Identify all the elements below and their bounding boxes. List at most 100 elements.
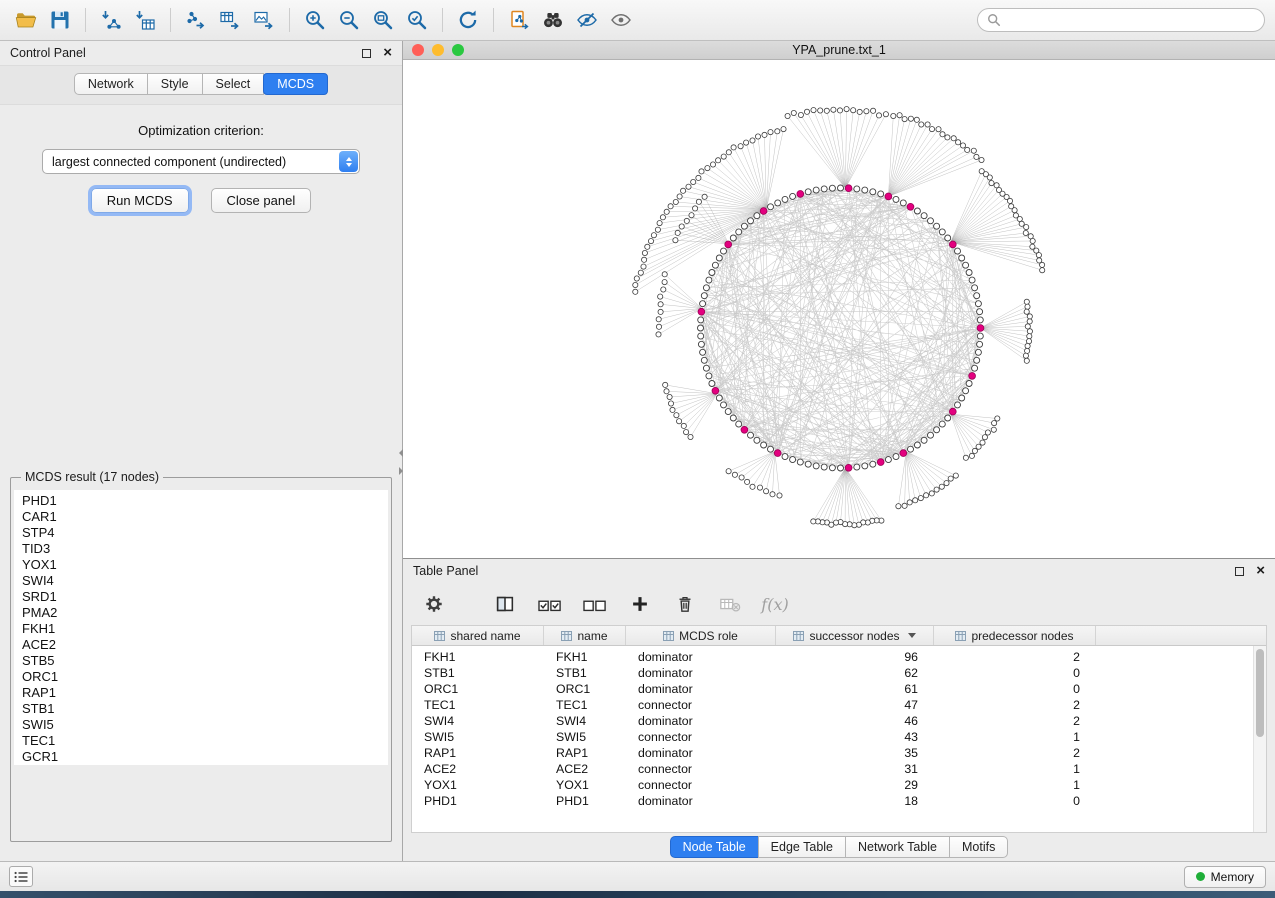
table-row[interactable]: TEC1TEC1connector472 bbox=[412, 697, 1266, 713]
table-body: FKH1FKH1dominator962STB1STB1dominator620… bbox=[412, 646, 1266, 832]
result-item[interactable]: STB5 bbox=[22, 653, 388, 669]
show-columns-button[interactable] bbox=[490, 589, 520, 619]
float-panel-icon[interactable] bbox=[362, 49, 371, 58]
table-row[interactable]: ACE2ACE2connector311 bbox=[412, 761, 1266, 777]
table-row[interactable]: SWI4SWI4dominator462 bbox=[412, 713, 1266, 729]
panel-splitter-handle[interactable] bbox=[399, 449, 404, 475]
open-session-button[interactable] bbox=[10, 5, 42, 35]
tab-style[interactable]: Style bbox=[147, 73, 203, 95]
result-item[interactable]: TEC1 bbox=[22, 733, 388, 749]
tab-node-table[interactable]: Node Table bbox=[670, 836, 759, 858]
result-item[interactable]: SWI4 bbox=[22, 573, 388, 589]
table-row[interactable]: ORC1ORC1dominator610 bbox=[412, 681, 1266, 697]
status-menu-button[interactable] bbox=[9, 866, 33, 887]
export-table-button[interactable] bbox=[214, 5, 246, 35]
result-item[interactable]: SRD1 bbox=[22, 589, 388, 605]
close-window-icon[interactable] bbox=[412, 44, 424, 56]
tab-network[interactable]: Network bbox=[74, 73, 148, 95]
network-window-titlebar[interactable]: YPA_prune.txt_1 bbox=[403, 41, 1275, 60]
export-network-icon bbox=[184, 8, 208, 32]
table-cell: ACE2 bbox=[544, 762, 626, 776]
result-item[interactable]: GCR1 bbox=[22, 749, 388, 765]
zoom-in-button[interactable] bbox=[299, 5, 331, 35]
optimization-criterion-dropdown[interactable]: largest connected component (undirected) bbox=[42, 149, 360, 174]
table-row[interactable]: YOX1YOX1connector291 bbox=[412, 777, 1266, 793]
zoom-out-button[interactable] bbox=[333, 5, 365, 35]
table-cell: 2 bbox=[934, 650, 1096, 664]
table-row[interactable]: RAP1RAP1dominator352 bbox=[412, 745, 1266, 761]
close-panel-icon[interactable]: × bbox=[1256, 566, 1265, 576]
refresh-network-button[interactable] bbox=[452, 5, 484, 35]
import-table-button[interactable] bbox=[129, 5, 161, 35]
table-scrollbar[interactable] bbox=[1253, 646, 1266, 832]
table-cell: 62 bbox=[776, 666, 934, 680]
result-item[interactable]: FKH1 bbox=[22, 621, 388, 637]
tab-edge-table[interactable]: Edge Table bbox=[758, 836, 846, 858]
float-panel-icon[interactable] bbox=[1235, 567, 1244, 576]
table-cell: PHD1 bbox=[412, 794, 544, 808]
result-item[interactable]: TID3 bbox=[22, 541, 388, 557]
zoom-fit-button[interactable] bbox=[367, 5, 399, 35]
maximize-window-icon[interactable] bbox=[452, 44, 464, 56]
result-item[interactable]: CAR1 bbox=[22, 509, 388, 525]
table-row[interactable]: STB1STB1dominator620 bbox=[412, 665, 1266, 681]
minimize-window-icon[interactable] bbox=[432, 44, 444, 56]
hide-graphics-details-button[interactable] bbox=[571, 5, 603, 35]
result-item[interactable]: ACE2 bbox=[22, 637, 388, 653]
export-network-button[interactable] bbox=[180, 5, 212, 35]
table-cell: YOX1 bbox=[544, 778, 626, 792]
select-all-columns-button[interactable] bbox=[535, 589, 565, 619]
result-item[interactable]: STP4 bbox=[22, 525, 388, 541]
result-item[interactable]: YOX1 bbox=[22, 557, 388, 573]
tab-select[interactable]: Select bbox=[202, 73, 265, 95]
main-area: Control Panel × Network Style Select MCD… bbox=[0, 41, 1275, 861]
import-network-icon bbox=[99, 8, 123, 32]
tab-motifs[interactable]: Motifs bbox=[949, 836, 1008, 858]
tab-network-table[interactable]: Network Table bbox=[845, 836, 950, 858]
table-settings-button[interactable] bbox=[419, 589, 449, 619]
result-item[interactable]: PMA2 bbox=[22, 605, 388, 621]
memory-button[interactable]: Memory bbox=[1184, 866, 1266, 888]
run-mcds-button[interactable]: Run MCDS bbox=[91, 188, 189, 213]
result-item[interactable]: SWI5 bbox=[22, 717, 388, 733]
column-header-MCDS-role[interactable]: MCDS role bbox=[626, 626, 776, 645]
column-header-predecessor-nodes[interactable]: predecessor nodes bbox=[934, 626, 1096, 645]
first-neighbors-button[interactable] bbox=[537, 5, 569, 35]
save-session-button[interactable] bbox=[44, 5, 76, 35]
sort-caret-icon bbox=[908, 633, 916, 638]
export-table-icon bbox=[218, 8, 242, 32]
table-cell: FKH1 bbox=[544, 650, 626, 664]
network-canvas[interactable] bbox=[403, 60, 1275, 558]
table-cell: YOX1 bbox=[412, 778, 544, 792]
global-search[interactable] bbox=[977, 8, 1265, 32]
column-header-successor-nodes[interactable]: successor nodes bbox=[776, 626, 934, 645]
column-header-label: successor nodes bbox=[809, 629, 899, 643]
import-table-icon bbox=[133, 8, 157, 32]
column-header-name[interactable]: name bbox=[544, 626, 626, 645]
close-panel-icon[interactable]: × bbox=[383, 48, 392, 58]
tab-mcds[interactable]: MCDS bbox=[263, 73, 328, 95]
table-cell: 1 bbox=[934, 762, 1096, 776]
copy-document-button[interactable] bbox=[503, 5, 535, 35]
result-item[interactable]: PHD1 bbox=[22, 493, 388, 509]
table-cell: ORC1 bbox=[544, 682, 626, 696]
table-row[interactable]: SWI5SWI5connector431 bbox=[412, 729, 1266, 745]
create-column-button[interactable] bbox=[625, 589, 655, 619]
result-item[interactable]: RAP1 bbox=[22, 685, 388, 701]
gear-icon bbox=[423, 593, 445, 615]
delete-column-button[interactable] bbox=[670, 589, 700, 619]
memory-label: Memory bbox=[1211, 870, 1254, 884]
table-row[interactable]: FKH1FKH1dominator962 bbox=[412, 649, 1266, 665]
scrollbar-thumb[interactable] bbox=[1256, 649, 1264, 737]
show-graphics-details-button[interactable] bbox=[605, 5, 637, 35]
search-input[interactable] bbox=[1007, 13, 1255, 27]
result-item[interactable]: STB1 bbox=[22, 701, 388, 717]
deselect-all-columns-button[interactable] bbox=[580, 589, 610, 619]
column-header-shared-name[interactable]: shared name bbox=[412, 626, 544, 645]
result-item[interactable]: ORC1 bbox=[22, 669, 388, 685]
zoom-selected-button[interactable] bbox=[401, 5, 433, 35]
table-row[interactable]: PHD1PHD1dominator180 bbox=[412, 793, 1266, 809]
close-panel-button[interactable]: Close panel bbox=[211, 188, 312, 213]
import-network-button[interactable] bbox=[95, 5, 127, 35]
export-image-button[interactable] bbox=[248, 5, 280, 35]
